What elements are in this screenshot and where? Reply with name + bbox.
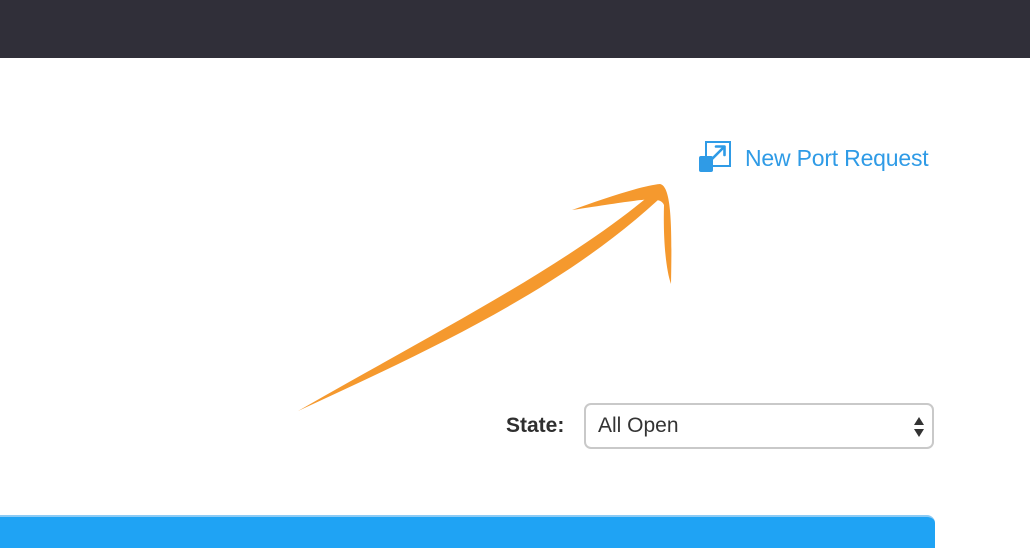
- top-navigation-bar: [0, 0, 1030, 58]
- page: New Port Request State: All Open: [0, 0, 1030, 548]
- table-header-bar: [0, 515, 935, 548]
- annotation-arrow: [298, 184, 672, 411]
- select-arrows-icon: [914, 417, 924, 437]
- new-port-request-link[interactable]: New Port Request: [697, 140, 929, 176]
- state-label: State:: [506, 414, 565, 437]
- annotation-arrow-shaft: [298, 195, 658, 411]
- state-select[interactable]: All Open: [584, 403, 934, 449]
- external-link-icon: [699, 141, 731, 172]
- new-port-request-label: New Port Request: [745, 144, 929, 171]
- state-filter: State: All Open: [506, 402, 934, 450]
- annotation-arrow-head: [572, 184, 672, 284]
- state-select-value: All Open: [598, 414, 679, 437]
